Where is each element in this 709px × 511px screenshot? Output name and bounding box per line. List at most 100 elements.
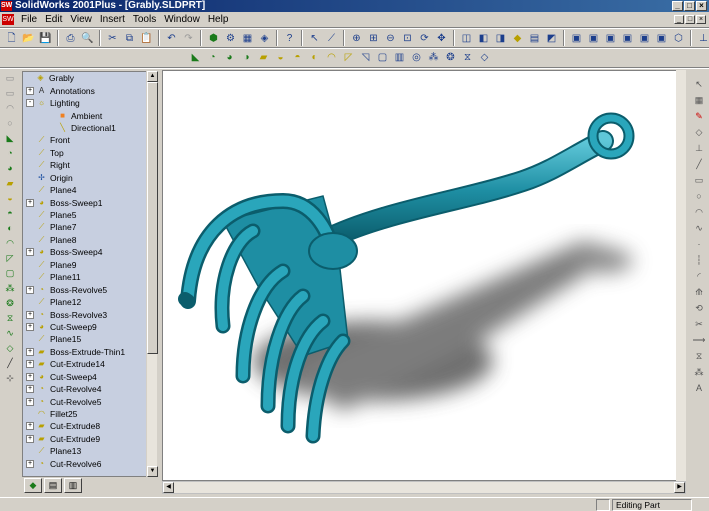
revolved-boss-icon[interactable]: ◔ <box>205 50 220 65</box>
sketch-icon[interactable]: ▭ <box>3 72 17 85</box>
tree-item[interactable]: ⟋ Plane8 <box>23 234 156 246</box>
select-icon[interactable]: ↖ <box>307 31 322 46</box>
tree-item[interactable]: + ▰ Cut-Extrude8 <box>23 420 156 432</box>
arc-icon[interactable]: ◠ <box>3 102 17 115</box>
bottom-view-icon[interactable]: ▣ <box>654 31 669 46</box>
circular-pattern-tool-icon[interactable]: ❂ <box>3 297 17 310</box>
tree-item[interactable]: ⟋ Top <box>23 147 156 159</box>
circular-pattern-icon[interactable]: ❂ <box>443 50 458 65</box>
perspective-icon[interactable]: ◩ <box>544 31 559 46</box>
scroll-up-arrow[interactable]: ▲ <box>147 71 158 82</box>
doc-minimize-button[interactable]: _ <box>674 14 684 24</box>
text-tool-icon[interactable]: A <box>692 382 706 395</box>
new-icon[interactable]: 🗋 <box>4 31 19 46</box>
tree-item[interactable]: ■ Ambient <box>23 109 156 121</box>
menu-file[interactable]: File <box>17 14 41 25</box>
rib-icon[interactable]: ▥ <box>392 50 407 65</box>
cut-sweep-icon[interactable]: ◓ <box>3 207 17 220</box>
line-icon[interactable]: ▭ <box>3 87 17 100</box>
rebuild-icon[interactable]: ⬢ <box>206 31 221 46</box>
tree-item[interactable]: ⟋ Plane9 <box>23 259 156 271</box>
add-relation-icon[interactable]: ⊥ <box>692 142 706 155</box>
expand-toggle[interactable]: + <box>26 434 34 443</box>
expand-toggle[interactable]: + <box>26 248 34 257</box>
fillet-tool-icon[interactable]: ◠ <box>3 237 17 250</box>
expand-toggle[interactable]: + <box>26 198 34 207</box>
spline-tool-icon[interactable]: ∿ <box>692 222 706 235</box>
grid-icon[interactable]: ▦ <box>240 31 255 46</box>
tree-item[interactable]: ⟋ Plane12 <box>23 296 156 308</box>
boss-extrude-icon[interactable]: ◣ <box>3 132 17 145</box>
doc-restore-button[interactable]: □ <box>685 14 695 24</box>
swept-boss-icon[interactable]: ◕ <box>222 50 237 65</box>
boss-sweep-icon[interactable]: ◕ <box>3 162 17 175</box>
tree-item[interactable]: + ◕ Boss-Sweep1 <box>23 196 156 208</box>
tree-item[interactable]: ⟋ Plane13 <box>23 445 156 457</box>
extruded-cut-icon[interactable]: ▰ <box>256 50 271 65</box>
help-icon[interactable]: ? <box>282 31 297 46</box>
hole-icon[interactable]: ◎ <box>409 50 424 65</box>
tree-item[interactable]: ╲ Directional1 <box>23 122 156 134</box>
tree-item[interactable]: + ▰ Boss-Extrude-Thin1 <box>23 346 156 358</box>
zoom-selection-icon[interactable]: ⊡ <box>400 31 415 46</box>
shaded-icon[interactable]: ◆ <box>510 31 525 46</box>
back-view-icon[interactable]: ▣ <box>586 31 601 46</box>
print-preview-icon[interactable]: 🔍 <box>80 31 95 46</box>
menu-insert[interactable]: Insert <box>96 14 129 25</box>
zoom-in-out-icon[interactable]: ⊖ <box>383 31 398 46</box>
circle-icon[interactable]: ○ <box>3 117 17 130</box>
tree-item[interactable]: + ◕ Cut-Sweep9 <box>23 321 156 333</box>
scroll-right-arrow[interactable]: ▶ <box>674 482 685 493</box>
close-button[interactable]: × <box>696 1 707 11</box>
fillet-icon[interactable]: ◠ <box>324 50 339 65</box>
shell-icon[interactable]: ▢ <box>375 50 390 65</box>
chamfer-icon[interactable]: ◸ <box>341 50 356 65</box>
tree-item[interactable]: ◠ Fillet25 <box>23 408 156 420</box>
smart-dimension-icon[interactable]: ◇ <box>692 126 706 139</box>
extruded-boss-icon[interactable]: ◣ <box>188 50 203 65</box>
sketch-relations-icon[interactable]: ⟋ <box>324 31 339 46</box>
revolved-cut-icon[interactable]: ◒ <box>273 50 288 65</box>
expand-toggle[interactable]: + <box>26 422 34 431</box>
tree-item[interactable]: ⟋ Plane7 <box>23 221 156 233</box>
tree-item[interactable]: + ◕ Boss-Sweep4 <box>23 246 156 258</box>
centerline-tool-icon[interactable]: ┆ <box>692 254 706 267</box>
menu-window[interactable]: Window <box>160 14 204 25</box>
select-tool-icon[interactable]: ↖ <box>692 78 706 91</box>
tree-item[interactable]: ⟋ Plane5 <box>23 209 156 221</box>
tree-item[interactable]: + ▰ Cut-Extrude9 <box>23 433 156 445</box>
wireframe-icon[interactable]: ◫ <box>459 31 474 46</box>
cut-revolve-icon[interactable]: ◒ <box>3 192 17 205</box>
boss-revolve-icon[interactable]: ◔ <box>3 147 17 160</box>
hidden-lines-gray-icon[interactable]: ◧ <box>476 31 491 46</box>
point-tool-icon[interactable]: · <box>692 238 706 251</box>
mirror-tool-icon[interactable]: ⧖ <box>3 312 17 325</box>
swept-cut-icon[interactable]: ◓ <box>290 50 305 65</box>
tree-item[interactable]: ⟋ Right <box>23 159 156 171</box>
expand-toggle[interactable]: - <box>26 99 34 108</box>
right-view-icon[interactable]: ▣ <box>620 31 635 46</box>
tree-item[interactable]: + A Annotations <box>23 84 156 96</box>
zoom-area-icon[interactable]: ⊞ <box>366 31 381 46</box>
rectangle-tool-icon[interactable]: ▭ <box>692 174 706 187</box>
extend-icon[interactable]: ⟶ <box>692 334 706 347</box>
copy-icon[interactable]: ⧉ <box>122 31 137 46</box>
curve-icon[interactable]: ∿ <box>3 327 17 340</box>
normal-to-icon[interactable]: ⊥ <box>696 31 709 46</box>
line-tool-icon[interactable]: ╱ <box>692 158 706 171</box>
options-icon[interactable]: ⚙ <box>223 31 238 46</box>
expand-toggle[interactable]: + <box>26 285 34 294</box>
menu-edit[interactable]: Edit <box>41 14 66 25</box>
coordinate-system-icon[interactable]: ⊹ <box>3 372 17 385</box>
tree-item[interactable]: - ☼ Lighting <box>23 97 156 109</box>
expand-toggle[interactable]: + <box>26 322 34 331</box>
cut-icon[interactable]: ✂ <box>105 31 120 46</box>
tree-item[interactable]: + ◔ Cut-Revolve6 <box>23 458 156 470</box>
viewport-vertical-scrollbar[interactable] <box>676 70 686 481</box>
graphics-viewport[interactable] <box>162 70 686 481</box>
expand-toggle[interactable]: + <box>26 372 34 381</box>
cut-extrude-icon[interactable]: ▰ <box>3 177 17 190</box>
plane-tool-icon[interactable]: ◇ <box>3 342 17 355</box>
print-icon[interactable]: ⎙ <box>63 31 78 46</box>
expand-toggle[interactable]: + <box>26 347 34 356</box>
